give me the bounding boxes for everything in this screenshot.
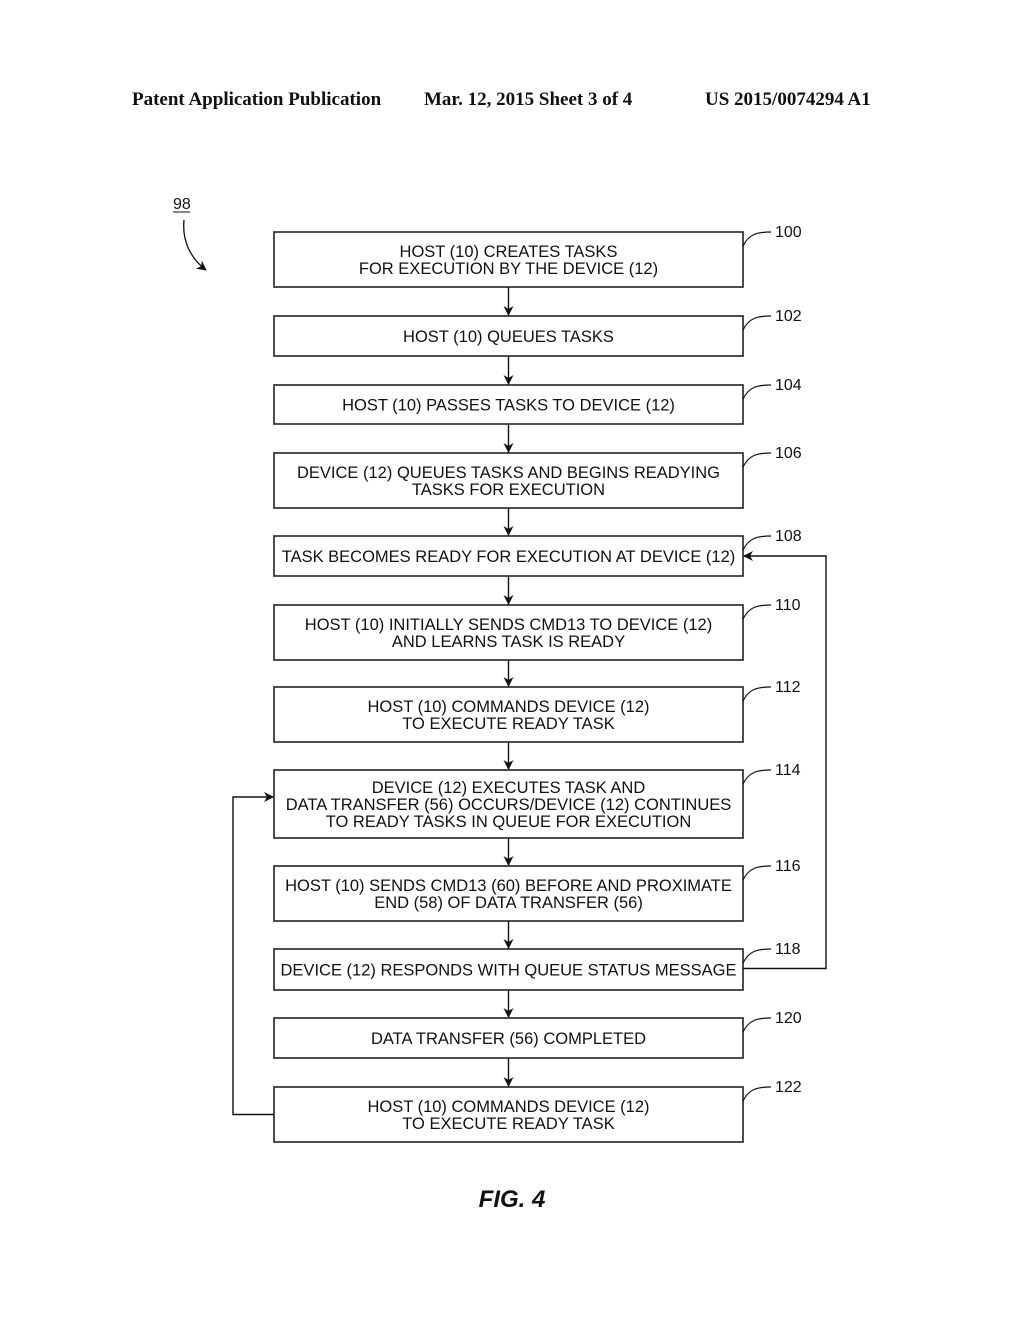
step-reference-number: 100 (775, 224, 802, 241)
step-text: HOST (10) SENDS CMD13 (60) BEFORE AND PR… (285, 877, 732, 895)
leader-line (742, 535, 772, 551)
step-reference-number: 118 (775, 941, 801, 958)
step-text: TO EXECUTE READY TASK (402, 1115, 614, 1133)
step-116: HOST (10) SENDS CMD13 (60) BEFORE AND PR… (273, 858, 801, 922)
step-reference-number: 102 (775, 308, 802, 325)
step-text: FOR EXECUTION BY THE DEVICE (12) (359, 260, 658, 278)
step-text: END (58) OF DATA TRANSFER (56) (374, 894, 643, 912)
step-reference-number: 114 (775, 762, 801, 779)
step-text: DEVICE (12) EXECUTES TASK AND (372, 779, 646, 797)
step-106: DEVICE (12) QUEUES TASKS AND BEGINS READ… (273, 445, 802, 509)
flowchart: 98 HOST (10) CREATES TASKSFOR EXECUTION … (173, 196, 827, 1143)
loop-arrow-122-to-114 (232, 792, 274, 1116)
step-reference-number: 120 (775, 1010, 802, 1027)
step-text: DEVICE (12) QUEUES TASKS AND BEGINS READ… (297, 464, 720, 482)
step-108: TASK BECOMES READY FOR EXECUTION AT DEVI… (273, 528, 802, 577)
step-102: HOST (10) QUEUES TASKS 102 (273, 308, 802, 357)
leader-line (742, 769, 772, 785)
step-text: TASK BECOMES READY FOR EXECUTION AT DEVI… (282, 548, 736, 566)
figure-label: FIG. 4 (478, 1186, 546, 1213)
step-text: TO READY TASKS IN QUEUE FOR EXECUTION (326, 813, 692, 831)
step-reference-number: 112 (775, 679, 801, 696)
step-reference-number: 106 (775, 445, 802, 462)
step-100: HOST (10) CREATES TASKSFOR EXECUTION BY … (273, 224, 802, 288)
leader-line (742, 452, 772, 468)
leader-line (742, 1086, 772, 1102)
reference-arrow-icon (183, 219, 207, 271)
step-118: DEVICE (12) RESPONDS WITH QUEUE STATUS M… (273, 941, 801, 991)
step-reference-number: 108 (775, 528, 802, 545)
step-text: HOST (10) COMMANDS DEVICE (12) (367, 698, 649, 716)
step-text: HOST (10) CREATES TASKS (400, 243, 618, 261)
step-text: HOST (10) COMMANDS DEVICE (12) (367, 1098, 649, 1116)
leader-line (742, 604, 772, 620)
step-reference-number: 104 (775, 377, 802, 394)
step-120: DATA TRANSFER (56) COMPLETED 120 (273, 1010, 802, 1059)
step-text: TO EXECUTE READY TASK (402, 715, 614, 733)
step-text: HOST (10) PASSES TASKS TO DEVICE (12) (342, 397, 675, 415)
step-text: DEVICE (12) RESPONDS WITH QUEUE STATUS M… (281, 962, 737, 980)
leader-line (742, 1017, 772, 1033)
leader-line (742, 315, 772, 331)
step-text: DATA TRANSFER (56) OCCURS/DEVICE (12) CO… (286, 796, 732, 814)
step-reference-number: 110 (775, 597, 801, 614)
step-reference-number: 116 (775, 858, 801, 875)
step-text: TASKS FOR EXECUTION (412, 481, 605, 499)
diagram-reference-label: 98 (173, 196, 191, 213)
step-text: HOST (10) INITIALLY SENDS CMD13 TO DEVIC… (305, 616, 712, 634)
step-122: HOST (10) COMMANDS DEVICE (12)TO EXECUTE… (273, 1079, 802, 1143)
step-114: DEVICE (12) EXECUTES TASK ANDDATA TRANSF… (273, 762, 801, 839)
leader-line (742, 231, 772, 247)
step-text: HOST (10) QUEUES TASKS (403, 328, 614, 346)
step-text: DATA TRANSFER (56) COMPLETED (371, 1030, 646, 1048)
leader-line (742, 948, 772, 964)
step-104: HOST (10) PASSES TASKS TO DEVICE (12) 104 (273, 377, 802, 425)
leader-line (742, 686, 772, 702)
leader-line (742, 384, 772, 400)
step-reference-number: 122 (775, 1079, 802, 1096)
step-110: HOST (10) INITIALLY SENDS CMD13 TO DEVIC… (273, 597, 801, 661)
step-text: AND LEARNS TASK IS READY (392, 633, 625, 651)
leader-line (742, 865, 772, 881)
step-112: HOST (10) COMMANDS DEVICE (12)TO EXECUTE… (273, 679, 801, 743)
